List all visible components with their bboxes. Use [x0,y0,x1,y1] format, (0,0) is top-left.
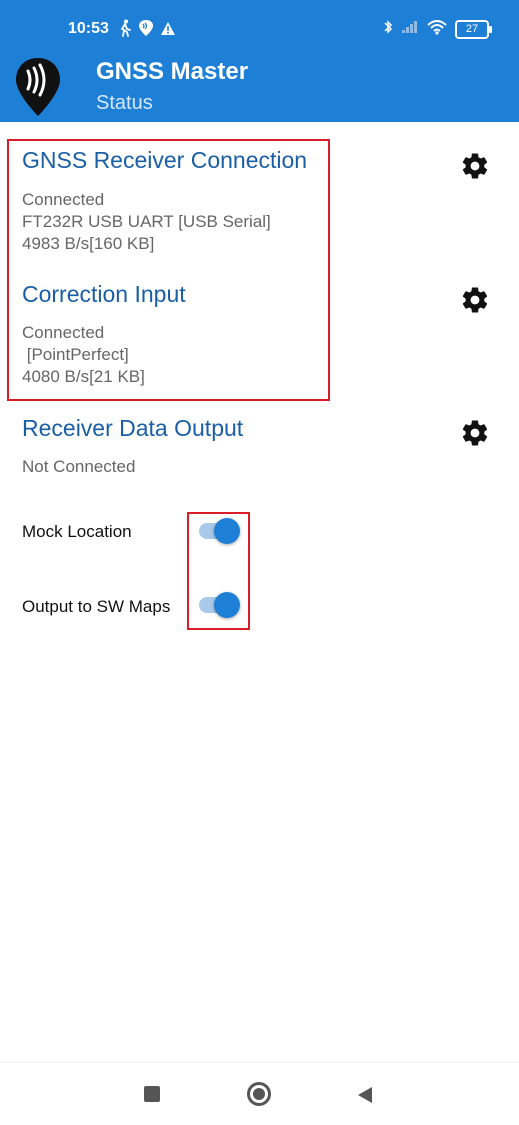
app-notification-icon [138,19,154,42]
receiver-output-title[interactable]: Receiver Data Output [22,415,243,442]
output-sw-maps-label: Output to SW Maps [22,597,171,616]
app-title: GNSS Master [96,58,249,85]
bluetooth-icon [383,19,393,40]
walk-icon [118,19,132,42]
status-left-icons [118,19,176,42]
app-subtitle: Status [96,92,153,114]
status-time: 10:53 [68,20,109,37]
receiver-output-settings-gear-icon[interactable] [460,418,490,448]
app-header: 10:53 27 GNSS Master Status [0,0,519,122]
signal-icon [401,20,419,39]
back-button[interactable] [356,1085,374,1110]
recents-button[interactable] [144,1086,160,1102]
gnss-receiver-settings-gear-icon[interactable] [460,151,490,181]
gnss-logo-icon [14,56,62,123]
home-button[interactable] [247,1082,271,1106]
status-right-icons: 27 [383,19,492,40]
highlight-box-toggles [187,512,250,630]
system-nav-bar [0,1062,519,1125]
correction-input-settings-gear-icon[interactable] [460,285,490,315]
warning-icon [160,21,176,41]
highlight-box-connections [7,139,330,401]
battery-icon: 27 [455,20,492,39]
wifi-icon [427,19,447,40]
mock-location-label: Mock Location [22,522,132,541]
receiver-output-status: Not Connected [22,457,136,476]
